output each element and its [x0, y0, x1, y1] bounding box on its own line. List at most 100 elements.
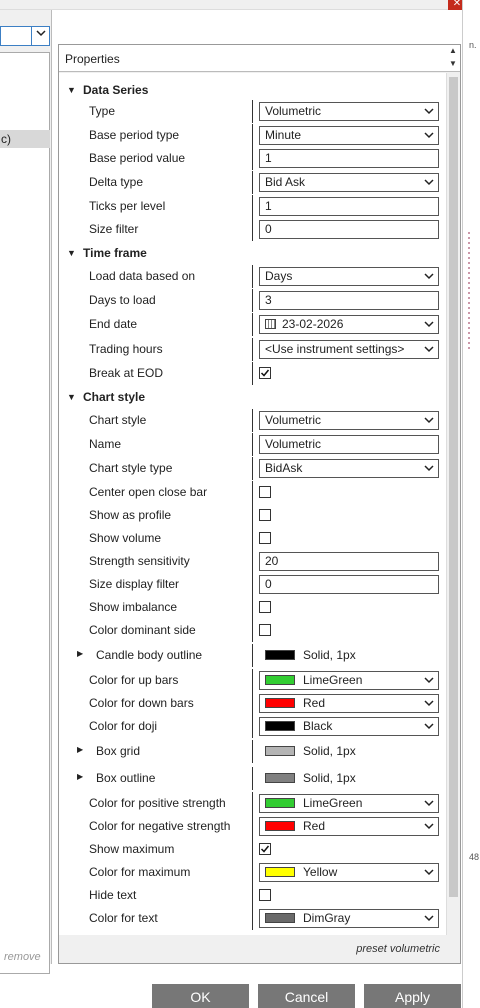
- stroke-value[interactable]: Solid, 1px: [265, 771, 356, 785]
- section-title: Chart style: [83, 390, 146, 404]
- property-label: Break at EOD: [89, 366, 164, 380]
- chevron-down-icon[interactable]: [423, 270, 435, 282]
- section-header[interactable]: ▼ Time frame: [59, 242, 445, 264]
- property-row: Show volume: [59, 527, 445, 550]
- property-combo[interactable]: LimeGreen: [259, 671, 439, 690]
- property-label: Strength sensitivity: [89, 554, 190, 568]
- property-row: Color for down bars Red: [59, 692, 445, 715]
- column-divider: [252, 740, 253, 763]
- series-list-item[interactable]: c): [0, 130, 50, 148]
- property-checkbox[interactable]: [259, 889, 271, 901]
- property-combo[interactable]: DimGray: [259, 909, 439, 928]
- property-checkbox[interactable]: [259, 367, 271, 379]
- property-combo[interactable]: Red: [259, 817, 439, 836]
- column-divider: [252, 504, 253, 527]
- property-combo[interactable]: Black: [259, 717, 439, 736]
- chevron-down-icon[interactable]: [423, 720, 435, 732]
- property-combo[interactable]: BidAsk: [259, 459, 439, 478]
- property-checkbox[interactable]: [259, 509, 271, 521]
- property-row: Chart style Volumetric: [59, 409, 445, 432]
- property-row: Size display filter 0: [59, 573, 445, 596]
- property-value: Red: [303, 819, 326, 833]
- chevron-down-icon[interactable]: [423, 129, 435, 141]
- property-checkbox[interactable]: [259, 601, 271, 613]
- expand-arrow-icon[interactable]: ▶: [77, 772, 83, 781]
- property-combo[interactable]: Yellow: [259, 863, 439, 882]
- chevron-down-icon[interactable]: [423, 343, 435, 355]
- property-label: Size filter: [89, 222, 139, 236]
- chevron-down-icon[interactable]: [423, 912, 435, 924]
- scroll-down-icon[interactable]: ▼: [447, 58, 459, 70]
- chevron-down-icon[interactable]: [31, 27, 49, 45]
- ok-button[interactable]: OK: [152, 984, 249, 1008]
- property-input[interactable]: 3: [259, 291, 439, 310]
- property-checkbox[interactable]: [259, 486, 271, 498]
- cancel-button[interactable]: Cancel: [258, 984, 355, 1008]
- property-combo[interactable]: Days: [259, 267, 439, 286]
- expand-arrow-icon[interactable]: ▶: [77, 649, 83, 658]
- chevron-down-icon[interactable]: [423, 866, 435, 878]
- chevron-down-icon[interactable]: [423, 176, 435, 188]
- collapse-caret-icon[interactable]: ▼: [67, 85, 76, 95]
- property-label: End date: [89, 317, 138, 331]
- property-input[interactable]: 0: [259, 220, 439, 239]
- property-row: Days to load 3: [59, 289, 445, 312]
- chevron-down-icon[interactable]: [423, 462, 435, 474]
- color-swatch: [265, 721, 295, 731]
- scroll-up-icon[interactable]: ▲: [447, 45, 459, 57]
- collapse-caret-icon[interactable]: ▼: [67, 392, 76, 402]
- property-label: Color dominant side: [89, 623, 196, 637]
- property-row: Base period value 1: [59, 147, 445, 170]
- property-value: Minute: [265, 128, 302, 142]
- property-input[interactable]: 0: [259, 575, 439, 594]
- property-value: Black: [303, 719, 333, 733]
- chevron-down-icon[interactable]: [423, 105, 435, 117]
- chevron-down-icon[interactable]: [423, 414, 435, 426]
- property-input[interactable]: Volumetric: [259, 435, 439, 454]
- color-swatch: [265, 698, 295, 708]
- stroke-value[interactable]: Solid, 1px: [265, 744, 356, 758]
- property-combo[interactable]: 23-02-2026: [259, 315, 439, 334]
- property-label: Show as profile: [89, 508, 172, 522]
- column-divider: [252, 265, 253, 288]
- property-row: ▶ Box grid Solid, 1px: [59, 740, 445, 763]
- section-header[interactable]: ▼ Data Series: [59, 79, 445, 101]
- remove-link[interactable]: remove: [4, 951, 41, 963]
- collapse-caret-icon[interactable]: ▼: [67, 248, 76, 258]
- column-divider: [252, 481, 253, 504]
- column-divider: [252, 792, 253, 815]
- property-combo[interactable]: Bid Ask: [259, 173, 439, 192]
- property-combo[interactable]: Volumetric: [259, 411, 439, 430]
- property-label: Chart style type: [89, 461, 173, 475]
- apply-button[interactable]: Apply: [364, 984, 461, 1008]
- property-input[interactable]: 1: [259, 149, 439, 168]
- column-divider: [252, 195, 253, 218]
- instrument-combo[interactable]: [0, 26, 50, 46]
- chevron-down-icon[interactable]: [423, 797, 435, 809]
- property-combo[interactable]: Red: [259, 694, 439, 713]
- property-input[interactable]: 1: [259, 197, 439, 216]
- section-header[interactable]: ▼ Chart style: [59, 386, 445, 408]
- section-title: Time frame: [83, 246, 147, 260]
- property-label: Color for positive strength: [89, 796, 226, 810]
- property-label: Color for negative strength: [89, 819, 231, 833]
- chevron-down-icon[interactable]: [423, 674, 435, 686]
- stroke-value[interactable]: Solid, 1px: [265, 648, 356, 662]
- property-label: Name: [89, 437, 122, 451]
- chevron-down-icon[interactable]: [423, 820, 435, 832]
- chevron-down-icon[interactable]: [423, 697, 435, 709]
- scrollbar-thumb[interactable]: [449, 77, 458, 897]
- property-checkbox[interactable]: [259, 843, 271, 855]
- property-combo[interactable]: LimeGreen: [259, 794, 439, 813]
- property-combo[interactable]: Volumetric: [259, 102, 439, 121]
- expand-arrow-icon[interactable]: ▶: [77, 745, 83, 754]
- property-grid-scrollbar[interactable]: [446, 73, 460, 935]
- property-combo[interactable]: <Use instrument settings>: [259, 340, 439, 359]
- chevron-down-icon[interactable]: [423, 318, 435, 330]
- property-row: Chart style type BidAsk: [59, 457, 445, 480]
- property-input[interactable]: 20: [259, 552, 439, 571]
- property-checkbox[interactable]: [259, 624, 271, 636]
- calendar-icon[interactable]: [265, 319, 276, 329]
- property-checkbox[interactable]: [259, 532, 271, 544]
- property-combo[interactable]: Minute: [259, 126, 439, 145]
